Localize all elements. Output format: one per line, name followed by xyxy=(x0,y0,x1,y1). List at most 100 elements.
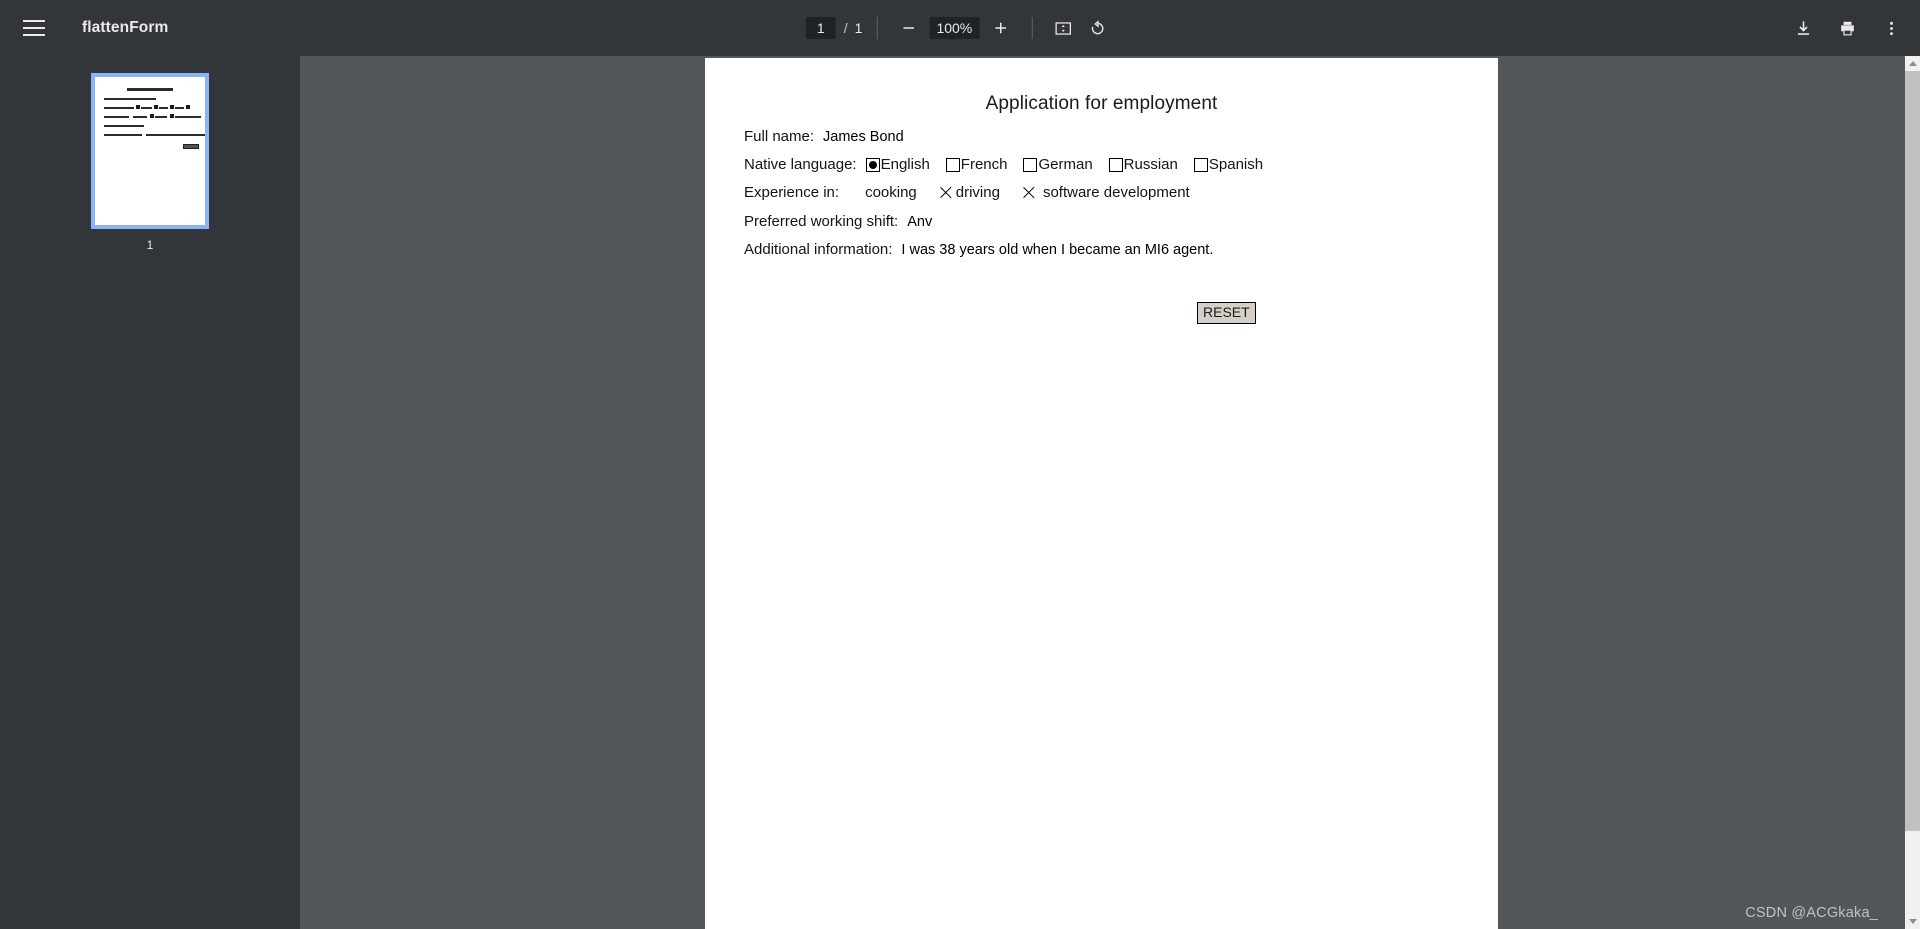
thumb-line-12 xyxy=(146,134,205,136)
preferred-shift-value[interactable]: Anv xyxy=(907,214,932,230)
minus-icon xyxy=(903,27,914,29)
language-label-english: English xyxy=(880,156,930,173)
thumb-line-9 xyxy=(175,116,201,118)
reset-button[interactable]: RESET xyxy=(1197,302,1256,324)
chevron-up-icon xyxy=(1908,61,1917,66)
thumb-line-11 xyxy=(104,134,142,136)
vertical-scrollbar[interactable] xyxy=(1905,56,1920,929)
language-option-german[interactable]: German xyxy=(1023,156,1093,173)
chevron-down-icon xyxy=(1908,919,1917,924)
language-option-spanish[interactable]: Spanish xyxy=(1193,156,1264,173)
download-icon xyxy=(1797,20,1809,35)
thumb-line-8 xyxy=(155,116,167,118)
field-row-experience: Experience in: cooking driving software … xyxy=(744,184,1212,201)
experience-option-driving[interactable]: driving xyxy=(939,184,1000,201)
experience-option-software-development[interactable]: software development xyxy=(1022,184,1190,201)
preferred-shift-label: Preferred working shift: xyxy=(744,213,899,230)
field-row-preferred-shift: Preferred working shift: Anv xyxy=(744,213,932,230)
document-viewer: Application for employment Full name: Ja… xyxy=(300,56,1920,929)
language-label-russian: Russian xyxy=(1123,156,1178,173)
additional-information-label: Additional information: xyxy=(744,241,893,258)
thumbnail-page-1[interactable] xyxy=(91,73,209,229)
fit-to-page-button[interactable] xyxy=(1046,11,1080,45)
menu-bar-3 xyxy=(23,34,45,37)
thumb-line-10 xyxy=(104,125,144,127)
document-title: flattenForm xyxy=(82,19,169,36)
language-option-english[interactable]: English xyxy=(865,156,930,173)
menu-bar-2 xyxy=(23,27,45,29)
plus-icon xyxy=(995,22,1006,34)
page-separator: / xyxy=(843,20,848,36)
field-row-native-language: Native language: English French German R… xyxy=(744,156,1279,173)
print-button[interactable] xyxy=(1830,11,1864,45)
experience-label: Experience in: xyxy=(744,184,840,201)
thumb-box-5 xyxy=(150,114,154,118)
experience-label-cooking: cooking xyxy=(865,184,917,201)
scrollbar-thumb[interactable] xyxy=(1905,71,1920,831)
x-mark-icon-software-development[interactable] xyxy=(1022,185,1037,200)
thumb-line-2 xyxy=(104,107,134,109)
menu-bar-1 xyxy=(23,19,45,22)
toolbar-divider-2 xyxy=(1031,17,1033,39)
thumb-box-4 xyxy=(186,105,190,109)
additional-information-value[interactable]: I was 38 years old when I became an MI6 … xyxy=(901,242,1213,258)
thumb-line-7 xyxy=(133,116,147,118)
experience-label-software-development: software development xyxy=(1042,184,1190,201)
language-label-french: French xyxy=(960,156,1008,173)
pdf-page: Application for employment Full name: Ja… xyxy=(705,58,1498,929)
full-name-value[interactable]: James Bond xyxy=(823,129,904,145)
more-vertical-icon xyxy=(1889,21,1893,35)
checkbox-dot-icon xyxy=(868,160,877,169)
thumb-line-1 xyxy=(104,98,156,100)
field-row-full-name: Full name: James Bond xyxy=(744,128,904,145)
rotate-counterclockwise-icon xyxy=(1091,19,1104,34)
thumb-line-4 xyxy=(159,107,168,109)
thumb-box-6 xyxy=(170,114,174,118)
checkbox-german[interactable] xyxy=(1023,157,1038,172)
toolbar-right-controls xyxy=(1786,11,1908,45)
thumb-title-line xyxy=(127,88,173,91)
print-icon xyxy=(1840,21,1854,35)
page-number-input[interactable] xyxy=(805,17,836,39)
scrollbar-up-button[interactable] xyxy=(1905,56,1920,71)
checkbox-spanish[interactable] xyxy=(1193,157,1208,172)
language-option-russian[interactable]: Russian xyxy=(1108,156,1178,173)
thumbnail-preview xyxy=(95,77,205,225)
pdf-page-content: Application for employment Full name: Ja… xyxy=(705,58,1498,929)
hamburger-menu-icon[interactable] xyxy=(10,4,58,52)
experience-label-driving: driving xyxy=(955,184,1000,201)
thumbnail-page-label: 1 xyxy=(146,238,154,252)
zoom-out-button[interactable] xyxy=(891,11,925,45)
thumb-box-3 xyxy=(170,105,174,109)
language-option-french[interactable]: French xyxy=(945,156,1008,173)
toolbar-divider-1 xyxy=(876,17,878,39)
scrollbar-down-button[interactable] xyxy=(1905,914,1920,929)
checkbox-french[interactable] xyxy=(945,157,960,172)
experience-option-cooking[interactable]: cooking xyxy=(865,184,917,201)
native-language-label: Native language: xyxy=(744,156,857,173)
thumb-box-2 xyxy=(154,105,158,109)
zoom-in-button[interactable] xyxy=(983,11,1017,45)
zoom-level-display[interactable]: 100% xyxy=(929,17,980,39)
thumb-line-6 xyxy=(104,116,129,118)
thumb-line-5 xyxy=(175,107,184,109)
more-options-button[interactable] xyxy=(1874,11,1908,45)
language-label-german: German xyxy=(1038,156,1093,173)
checkbox-russian[interactable] xyxy=(1108,157,1123,172)
checkbox-english[interactable] xyxy=(865,157,880,172)
thumb-line-3 xyxy=(141,107,152,109)
full-name-label: Full name: xyxy=(744,128,815,145)
field-row-additional-information: Additional information: I was 38 years o… xyxy=(744,241,1213,258)
thumbnail-sidebar: 1 xyxy=(0,56,300,929)
page-total-count: 1 xyxy=(854,20,863,36)
rotate-button[interactable] xyxy=(1080,11,1114,45)
language-label-spanish: Spanish xyxy=(1208,156,1264,173)
thumb-box-1 xyxy=(136,105,140,109)
fit-to-page-icon xyxy=(1055,21,1072,35)
toolbar-center-controls: / 1 100% xyxy=(805,0,1115,56)
form-heading: Application for employment xyxy=(985,93,1218,114)
thumbnail-list: 1 xyxy=(0,73,300,252)
thumb-reset-button xyxy=(183,144,199,149)
download-button[interactable] xyxy=(1786,11,1820,45)
x-mark-icon-driving[interactable] xyxy=(939,185,954,200)
